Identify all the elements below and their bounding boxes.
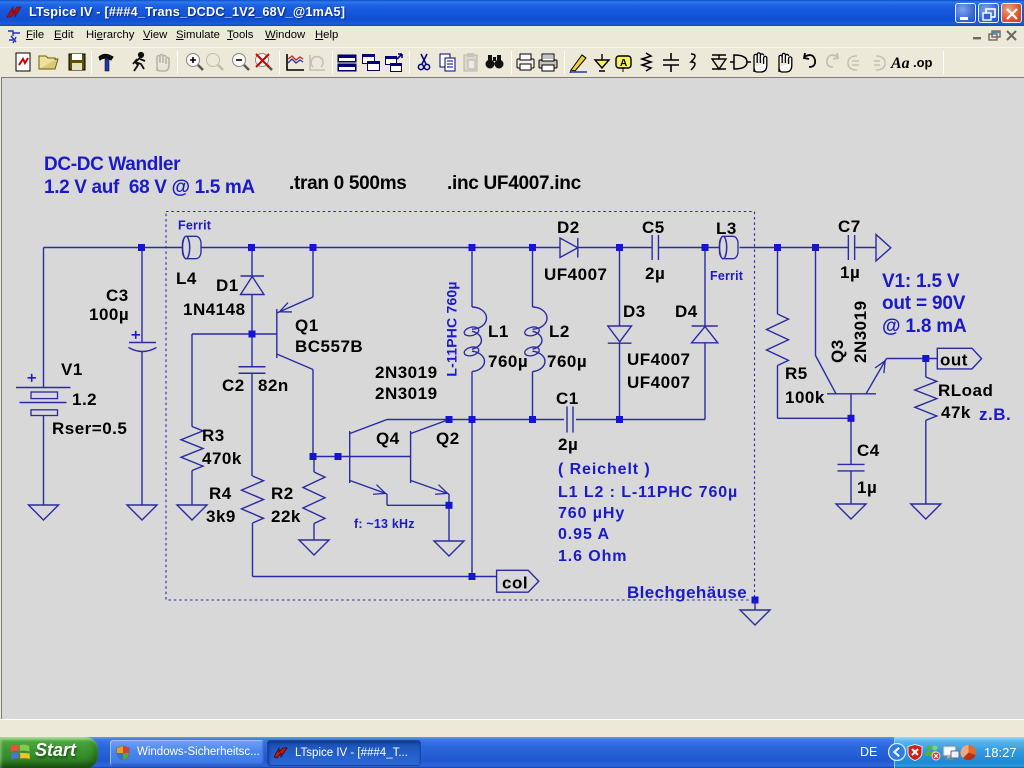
svg-text:760 µHy: 760 µHy bbox=[558, 505, 625, 522]
svg-text:out: out bbox=[940, 351, 968, 370]
svg-text:760µ: 760µ bbox=[488, 352, 528, 371]
svg-text:.inc UF4007.inc: .inc UF4007.inc bbox=[447, 173, 582, 194]
svg-text:R4: R4 bbox=[209, 484, 232, 503]
svg-text:BC557B: BC557B bbox=[295, 337, 363, 356]
svg-text:82n: 82n bbox=[258, 376, 289, 395]
svg-text:C1: C1 bbox=[556, 389, 579, 408]
svg-text:Blechgehäuse: Blechgehäuse bbox=[627, 583, 747, 602]
svg-text:L2: L2 bbox=[549, 322, 570, 341]
svg-text:2µ: 2µ bbox=[645, 264, 665, 283]
svg-text:( Reichelt ): ( Reichelt ) bbox=[558, 461, 651, 478]
svg-text:D1: D1 bbox=[216, 276, 239, 295]
svg-text:Ferrit: Ferrit bbox=[178, 219, 212, 233]
svg-text:DC-DC Wandler: DC-DC Wandler bbox=[44, 154, 181, 175]
svg-text:z.B.: z.B. bbox=[979, 405, 1011, 424]
svg-text:1.6 Ohm: 1.6 Ohm bbox=[558, 548, 627, 565]
svg-text:0.95 A: 0.95 A bbox=[558, 526, 610, 543]
svg-text:1µ: 1µ bbox=[840, 263, 860, 282]
svg-text:22k: 22k bbox=[271, 507, 301, 526]
svg-text:R3: R3 bbox=[202, 426, 225, 445]
svg-text:R2: R2 bbox=[271, 484, 294, 503]
svg-text:C3: C3 bbox=[106, 286, 129, 305]
svg-text:RLoad: RLoad bbox=[938, 381, 993, 400]
svg-text:3k9: 3k9 bbox=[206, 507, 236, 526]
svg-text:Q3: Q3 bbox=[828, 339, 847, 363]
svg-text:2µ: 2µ bbox=[558, 435, 578, 454]
svg-text:1.2: 1.2 bbox=[72, 390, 97, 409]
svg-text:V1: V1 bbox=[61, 360, 83, 379]
svg-text:UF4007: UF4007 bbox=[627, 373, 690, 392]
svg-text:1µ: 1µ bbox=[857, 478, 877, 497]
svg-text:Rser=0.5: Rser=0.5 bbox=[52, 419, 127, 438]
svg-text:760µ: 760µ bbox=[547, 352, 587, 371]
svg-text:Q1: Q1 bbox=[295, 316, 319, 335]
svg-text:f: ~13 kHz: f: ~13 kHz bbox=[354, 517, 415, 531]
svg-text:Aa: Aa bbox=[890, 55, 910, 72]
svg-text:out = 90V: out = 90V bbox=[882, 293, 966, 314]
svg-text:L4: L4 bbox=[176, 269, 197, 288]
svg-text:2N3019: 2N3019 bbox=[375, 384, 438, 403]
svg-text:Q2: Q2 bbox=[436, 429, 460, 448]
svg-text:R5: R5 bbox=[785, 364, 808, 383]
svg-text:.tran 0 500ms: .tran 0 500ms bbox=[289, 173, 407, 194]
svg-text:1.2 V auf 68 V @ 1.5 mA: 1.2 V auf 68 V @ 1.5 mA bbox=[44, 177, 255, 198]
svg-text:2N3019: 2N3019 bbox=[851, 300, 870, 363]
svg-text:2N3019: 2N3019 bbox=[375, 363, 438, 382]
svg-text:Q4: Q4 bbox=[376, 429, 400, 448]
svg-text:100k: 100k bbox=[785, 388, 825, 407]
svg-text:C7: C7 bbox=[838, 217, 861, 236]
svg-text:L1: L1 bbox=[488, 322, 509, 341]
svg-text:V1: 1.5 V: V1: 1.5 V bbox=[882, 271, 960, 292]
svg-text:470k: 470k bbox=[202, 449, 242, 468]
svg-text:L3: L3 bbox=[716, 219, 737, 238]
svg-text:UF4007: UF4007 bbox=[544, 265, 607, 284]
svg-text:col: col bbox=[502, 574, 528, 593]
svg-text:100µ: 100µ bbox=[89, 305, 129, 324]
svg-text:@ 1.8 mA: @ 1.8 mA bbox=[882, 316, 967, 337]
svg-text:L-11PHC 760µ: L-11PHC 760µ bbox=[444, 281, 460, 376]
svg-text:C4: C4 bbox=[857, 441, 880, 460]
svg-text:UF4007: UF4007 bbox=[627, 350, 690, 369]
svg-text:C2: C2 bbox=[222, 376, 245, 395]
svg-text:C5: C5 bbox=[642, 218, 665, 237]
svg-text:A: A bbox=[620, 58, 627, 69]
svg-text:D2: D2 bbox=[557, 218, 580, 237]
svg-text:47k: 47k bbox=[941, 403, 971, 422]
svg-text:D4: D4 bbox=[675, 302, 698, 321]
svg-text:Ferrit: Ferrit bbox=[710, 269, 744, 283]
svg-text:.op: .op bbox=[913, 55, 933, 70]
svg-text:D3: D3 bbox=[623, 302, 646, 321]
svg-text:1N4148: 1N4148 bbox=[183, 300, 246, 319]
svg-text:L1 L2 : L-11PHC 760µ: L1 L2 : L-11PHC 760µ bbox=[558, 484, 738, 501]
